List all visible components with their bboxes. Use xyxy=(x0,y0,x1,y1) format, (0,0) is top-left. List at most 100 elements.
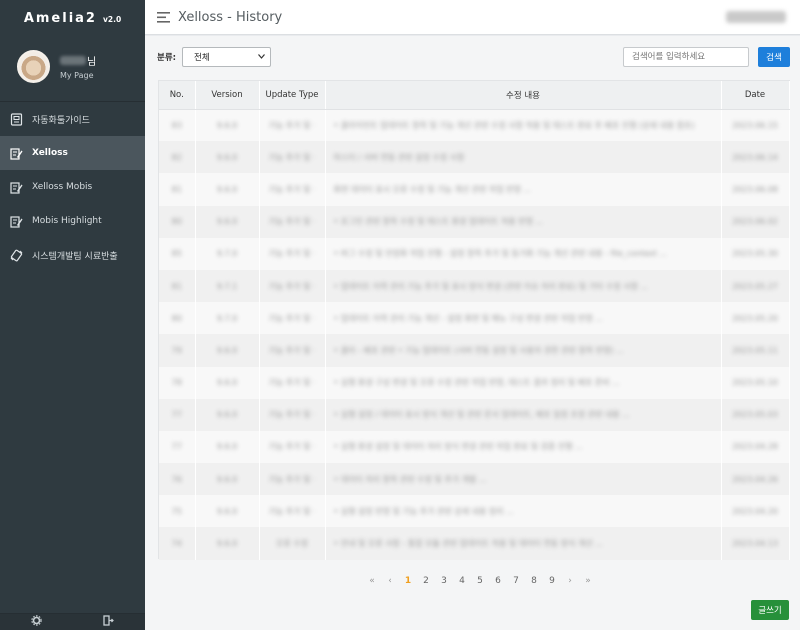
column-header-no[interactable]: No. xyxy=(159,81,196,110)
sidebar-item-label: Xelloss xyxy=(32,148,68,158)
cell-date-text: 2023.05.20 xyxy=(732,313,778,323)
table-row[interactable]: 81 9.7.1 기능 추가 및 · • 업데이트 이력 관리 기능 추가 및 표시 … xyxy=(159,269,790,303)
logout-icon[interactable] xyxy=(103,615,115,629)
cell-no: 81 xyxy=(159,269,196,303)
page-link-5[interactable]: 5 xyxy=(471,576,489,586)
cell-no: 83 xyxy=(159,109,196,142)
cell-content[interactable]: • 데이터 처리 항목 관련 수정 및 추가 개발 ... xyxy=(325,463,722,496)
cell-content[interactable]: 마스터 / 서버 연동 관련 설정 수정 사항 xyxy=(325,141,722,174)
edit-note-icon xyxy=(9,146,23,160)
table-row[interactable]: 78 9.6.0 기능 추가 및 · • 실행 환경 구성 변경 및 오류 수정 관련… xyxy=(159,366,790,399)
table-row[interactable]: 77 9.6.0 기능 추가 및 · • 실행 설정 / 데이터 표시 방식 개선 및… xyxy=(159,398,790,431)
prev-page-button[interactable]: ‹ xyxy=(381,576,399,586)
cell-date: 2023.04.13 xyxy=(721,527,790,560)
cell-content[interactable]: • 클라 - 배포 관련 • 기능 업데이트 (서버 연동 설정 및 사용자 권… xyxy=(325,334,722,367)
column-header-version[interactable]: Version xyxy=(195,81,260,110)
page-link-3[interactable]: 3 xyxy=(435,576,453,586)
cell-date: 2023.04.20 xyxy=(721,495,790,528)
cell-version: 9.6.0 xyxy=(195,205,260,238)
column-header-content[interactable]: 수정 내용 xyxy=(325,81,722,110)
cell-no: 77 xyxy=(159,430,196,464)
cell-update-type: 기능 추가 및 · xyxy=(259,366,326,399)
category-select[interactable]: 전체 xyxy=(182,47,272,67)
sidebar-item-guide[interactable]: 자동화툴가이드 xyxy=(0,102,145,136)
cell-content[interactable]: • 업데이트 이력 관리 기능 개선 - 설정 화면 및 메뉴 구성 변경 관련… xyxy=(325,302,722,335)
column-header-update-type[interactable]: Update Type xyxy=(259,81,326,110)
cell-content[interactable]: 화면 데이터 표시 오류 수정 및 기능 개선 관련 작업 반영 ... xyxy=(325,173,722,206)
page-link-8[interactable]: 8 xyxy=(525,576,543,586)
table-row[interactable]: 82 9.6.0 기능 추가 및 · 마스터 / 서버 연동 관련 설정 수정 사항 2… xyxy=(159,141,790,174)
cell-version: 9.6.0 xyxy=(195,109,260,142)
page-link-6[interactable]: 6 xyxy=(489,576,507,586)
cell-content[interactable]: • 실행 환경 구성 변경 및 오류 수정 관련 작업 반영, 테스트 결과 정… xyxy=(325,366,722,399)
pagination: « ‹ 123456789 › » xyxy=(363,576,597,586)
cell-content[interactable]: • 실행 설정 / 데이터 표시 방식 개선 및 관련 문서 업데이트, 배포 … xyxy=(325,398,722,431)
app-name: Amelia2 xyxy=(23,10,97,26)
cell-date: 2023.05.27 xyxy=(721,269,790,303)
last-page-button[interactable]: » xyxy=(579,576,597,586)
settings-gear-icon[interactable] xyxy=(31,615,42,629)
cell-no: 81 xyxy=(159,173,196,206)
next-page-button[interactable]: › xyxy=(561,576,579,586)
table-row[interactable]: 76 9.6.0 기능 추가 및 · • 데이터 처리 항목 관련 수정 및 추가 개… xyxy=(159,463,790,496)
sidebar-item-xelloss-mobis[interactable]: Xelloss Mobis xyxy=(0,170,145,204)
table-row[interactable]: 80 9.6.0 기능 추가 및 · • 로그인 관련 항목 수정 및 테스트 환경 … xyxy=(159,205,790,238)
page-link-7[interactable]: 7 xyxy=(507,576,525,586)
table-row[interactable]: 80 9.7.0 기능 추가 및 · • 업데이트 이력 관리 기능 개선 - 설정 … xyxy=(159,302,790,335)
table-row[interactable]: 74 9.6.0 오류 수정 • 안내 및 오류 사항 - 통합 모듈 관련 업데이트… xyxy=(159,527,790,560)
cell-update-type: 기능 추가 및 · xyxy=(259,495,326,528)
cell-version-text: 9.7.1 xyxy=(216,281,238,291)
profile[interactable]: 님 My Page xyxy=(0,36,145,96)
cell-date: 2023.05.30 xyxy=(721,237,790,270)
cell-update-type-text: 기능 추가 및 · xyxy=(268,120,316,130)
user-name-suffix: 님 xyxy=(87,56,97,68)
column-header-date[interactable]: Date xyxy=(721,81,790,110)
cell-content[interactable]: • 업데이트 이력 관리 기능 추가 및 표시 방식 변경 (관련 이슈 처리 … xyxy=(325,269,722,303)
cell-update-type-text: 기능 추가 및 · xyxy=(268,345,316,355)
page-link-9[interactable]: 9 xyxy=(543,576,561,586)
sidebar-menu: 자동화툴가이드 Xelloss Xelloss Mobis Mobis High… xyxy=(0,101,145,272)
cell-no: 79 xyxy=(159,334,196,367)
cell-content[interactable]: • 버그 수정 및 안정화 작업 진행 - 설정 항목 추가 및 동기화 기능 … xyxy=(325,237,722,270)
top-header: Xelloss - History xyxy=(145,0,800,35)
cell-no: 78 xyxy=(159,366,196,399)
cell-no-text: 80 xyxy=(171,313,182,323)
header-user-redacted[interactable] xyxy=(726,11,786,23)
cell-content[interactable]: • 실행 환경 설정 및 데이터 처리 방식 변경 관련 작업 완료 및 검증 … xyxy=(325,430,722,464)
cell-content[interactable]: • 실행 설정 반영 및 기능 추가 관련 상세 내용 정리 ... xyxy=(325,495,722,528)
cell-content[interactable]: • 로그인 관련 항목 수정 및 테스트 환경 업데이트 적용 반영 ... xyxy=(325,205,722,238)
cell-content-text: 화면 데이터 표시 오류 수정 및 기능 개선 관련 작업 반영 ... xyxy=(333,184,532,194)
menu-toggle-icon[interactable] xyxy=(157,11,170,23)
table-row[interactable]: 79 9.6.0 기능 추가 및 · • 클라 - 배포 관련 • 기능 업데이트 (… xyxy=(159,334,790,367)
cell-content[interactable]: • 안내 및 오류 사항 - 통합 모듈 관련 업데이트 적용 및 데이터 연동… xyxy=(325,527,722,560)
write-post-button[interactable]: 글쓰기 xyxy=(751,600,789,620)
history-table: No. Version Update Type 수정 내용 Date 83 9.6… xyxy=(159,81,790,560)
first-page-button[interactable]: « xyxy=(363,576,381,586)
table-row[interactable]: 83 9.6.0 기능 추가 및 · • 클라이언트 업데이트 항목 및 기능 개선 … xyxy=(159,109,790,142)
chevron-down-icon xyxy=(258,52,266,62)
sidebar-item-sample-release[interactable]: 시스템개발팀 시료반출 xyxy=(0,238,145,272)
cell-content-text: • 실행 설정 반영 및 기능 추가 관련 상세 내용 정리 ... xyxy=(333,506,514,516)
table-row[interactable]: 85 9.7.0 기능 추가 및 · • 버그 수정 및 안정화 작업 진행 - 설정… xyxy=(159,237,790,270)
cell-version: 9.6.0 xyxy=(195,366,260,399)
table-row[interactable]: 81 9.6.0 기능 추가 및 · 화면 데이터 표시 오류 수정 및 기능 개선 … xyxy=(159,173,790,206)
cell-content[interactable]: • 클라이언트 업데이트 항목 및 기능 개선 관련 수정 사항 적용 및 테스… xyxy=(325,109,722,142)
sidebar-item-mobis-highlight[interactable]: Mobis Highlight xyxy=(0,204,145,238)
search-input[interactable] xyxy=(623,47,749,67)
sidebar-item-label: 자동화툴가이드 xyxy=(32,115,90,126)
page-link-2[interactable]: 2 xyxy=(417,576,435,586)
page-link-4[interactable]: 4 xyxy=(453,576,471,586)
page-link-1[interactable]: 1 xyxy=(399,576,417,586)
cell-no-text: 75 xyxy=(171,506,182,516)
table-row[interactable]: 75 9.6.0 기능 추가 및 · • 실행 설정 반영 및 기능 추가 관련 상세… xyxy=(159,495,790,528)
avatar[interactable] xyxy=(17,49,50,83)
cell-version: 9.6.0 xyxy=(195,495,260,528)
cell-date-text: 2023.06.14 xyxy=(732,152,778,162)
sidebar-item-label: Mobis Highlight xyxy=(32,216,102,226)
cell-content-text: • 클라이언트 업데이트 항목 및 기능 개선 관련 수정 사항 적용 및 테스… xyxy=(333,120,695,130)
sidebar-item-xelloss[interactable]: Xelloss xyxy=(0,136,145,170)
search-button[interactable]: 검색 xyxy=(758,47,790,67)
mypage-link[interactable]: My Page xyxy=(60,71,96,80)
table-row[interactable]: 77 9.6.0 기능 추가 및 · • 실행 환경 설정 및 데이터 처리 방식 변… xyxy=(159,430,790,464)
cell-content-text: • 실행 설정 / 데이터 표시 방식 개선 및 관련 문서 업데이트, 배포 … xyxy=(333,410,630,420)
